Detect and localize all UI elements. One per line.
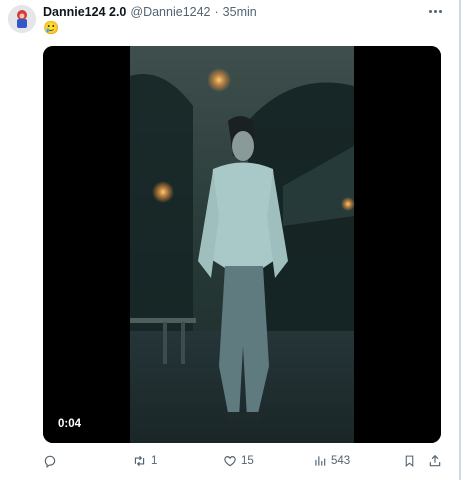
like-icon xyxy=(224,456,236,467)
retweet-button[interactable]: 1 xyxy=(132,452,157,470)
like-count: 15 xyxy=(241,455,254,467)
tweet-header: Dannie124 2.0 @Dannie1242 · 35min xyxy=(43,4,431,20)
action-bar: 1 15 543 xyxy=(43,452,447,470)
video-player[interactable]: 0:04 xyxy=(43,46,441,443)
retweet-icon xyxy=(134,455,145,467)
more-icon[interactable] xyxy=(425,3,445,19)
reply-button[interactable] xyxy=(43,452,57,470)
author-name[interactable]: Dannie124 2.0 xyxy=(43,5,126,19)
video-frame xyxy=(43,46,441,443)
like-button[interactable]: 15 xyxy=(223,452,254,470)
tweet-text: 🥲 xyxy=(43,20,60,35)
separator-dot: · xyxy=(214,5,219,19)
bookmark-icon xyxy=(405,455,414,468)
view-count: 543 xyxy=(331,455,351,467)
timestamp[interactable]: 35min xyxy=(223,5,257,19)
avatar[interactable] xyxy=(8,5,36,33)
share-icon xyxy=(429,454,441,467)
retweet-count: 1 xyxy=(151,455,158,467)
views-icon xyxy=(315,456,326,466)
tweet: Dannie124 2.0 @Dannie1242 · 35min 🥲 0:04… xyxy=(0,0,461,480)
share-button[interactable] xyxy=(428,452,442,470)
author-handle[interactable]: @Dannie1242 xyxy=(130,5,210,19)
video-duration: 0:04 xyxy=(55,417,85,431)
bookmark-button[interactable] xyxy=(403,452,416,470)
views-button[interactable]: 543 xyxy=(313,452,350,470)
reply-icon xyxy=(44,455,56,468)
